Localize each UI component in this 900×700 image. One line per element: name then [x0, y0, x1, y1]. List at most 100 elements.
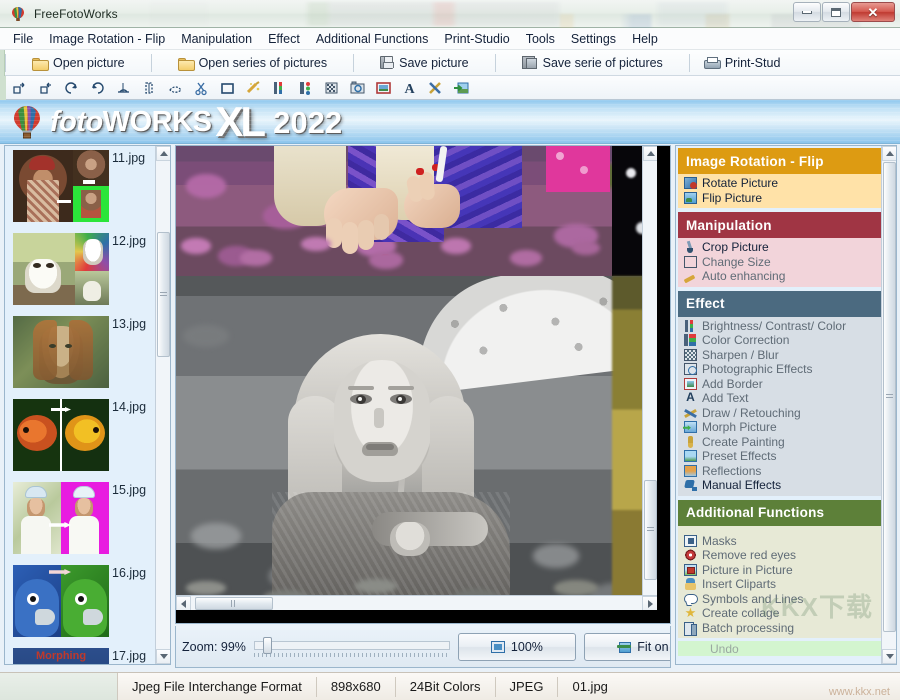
minimize-button[interactable]: [793, 2, 821, 22]
section-header-image-rotation-flip[interactable]: Image Rotation - Flip: [678, 148, 883, 174]
open-picture-button[interactable]: Open picture: [6, 51, 151, 75]
flip-horizontal-icon[interactable]: [112, 78, 134, 98]
crop-scissors-icon[interactable]: [190, 78, 212, 98]
thumbnail-scrollbar[interactable]: [155, 146, 170, 664]
rotate-right-icon[interactable]: [34, 78, 56, 98]
save-picture-button[interactable]: Save picture: [354, 51, 494, 75]
menu-image-rotation-flip[interactable]: Image Rotation - Flip: [41, 30, 173, 48]
scrollbar-thumb[interactable]: [195, 597, 273, 610]
panel-item-insert-cliparts[interactable]: Insert Cliparts: [678, 577, 883, 592]
panel-item-morph-picture[interactable]: Morph Picture: [678, 420, 883, 435]
panel-scrollbar[interactable]: [881, 146, 896, 664]
add-text-icon[interactable]: A: [398, 78, 420, 98]
panel-item-preset-effects[interactable]: Preset Effects: [678, 449, 883, 464]
list-item[interactable]: 12.jpg: [5, 229, 157, 312]
canvas-horizontal-scrollbar[interactable]: [176, 595, 657, 610]
panel-item-create-painting[interactable]: Create Painting: [678, 435, 883, 450]
panel-item-create-collage[interactable]: ★ Create collage: [678, 606, 883, 621]
color-correction-icon[interactable]: [294, 78, 316, 98]
panel-item-remove-red-eyes[interactable]: Remove red eyes: [678, 548, 883, 563]
maximize-button[interactable]: [822, 2, 850, 22]
menu-tools[interactable]: Tools: [518, 30, 563, 48]
panel-item-photographic-effects[interactable]: Photographic Effects: [678, 362, 883, 377]
panel-item-reflections[interactable]: Reflections: [678, 464, 883, 479]
zoom-100-button[interactable]: 100%: [458, 633, 576, 661]
list-item[interactable]: 14.jpg: [5, 395, 157, 478]
thumbnail-image[interactable]: [13, 565, 109, 637]
section-header-effect[interactable]: Effect: [678, 291, 883, 317]
draw-retouching-icon[interactable]: [424, 78, 446, 98]
list-item[interactable]: Morphing 17.jpg: [5, 644, 157, 665]
panel-item-auto-enhancing[interactable]: Auto enhancing: [678, 269, 883, 284]
manual-effects-icon: [684, 479, 697, 491]
section-header-manipulation[interactable]: Manipulation: [678, 212, 883, 238]
panel-item-crop-picture[interactable]: Crop Picture: [678, 240, 883, 255]
panel-item-symbols-and-lines[interactable]: Symbols and Lines: [678, 592, 883, 607]
scroll-left-button[interactable]: [176, 596, 191, 610]
undo-button[interactable]: Undo: [678, 641, 883, 656]
list-item[interactable]: 11.jpg: [5, 146, 157, 229]
image-canvas[interactable]: [176, 146, 657, 610]
canvas-vertical-scrollbar[interactable]: [642, 146, 657, 610]
scroll-up-button[interactable]: [643, 146, 657, 161]
panel-item-manual-effects[interactable]: Manual Effects: [678, 478, 883, 493]
scrollbar-thumb[interactable]: [644, 480, 657, 580]
thumbnail-image[interactable]: [13, 150, 109, 222]
panel-item-add-border[interactable]: Add Border: [678, 377, 883, 392]
menu-settings[interactable]: Settings: [563, 30, 624, 48]
panel-item-add-text[interactable]: A Add Text: [678, 391, 883, 406]
perspective-icon[interactable]: [164, 78, 186, 98]
menu-help[interactable]: Help: [624, 30, 666, 48]
thumbnail-image[interactable]: [13, 399, 109, 471]
photographic-effects-icon[interactable]: [346, 78, 368, 98]
thumbnail-image[interactable]: Morphing: [13, 648, 109, 665]
section-header-additional-functions[interactable]: Additional Functions: [678, 500, 883, 526]
panel-item-brightness-contrast-color[interactable]: Brightness/ Contrast/ Color: [678, 319, 883, 334]
zoom-fit-button[interactable]: Fit on: [584, 633, 671, 661]
zoom-slider-thumb[interactable]: [263, 637, 272, 654]
thumbnail-image[interactable]: [13, 316, 109, 388]
panel-item-flip-picture[interactable]: Flip Picture: [678, 191, 883, 206]
scroll-down-button[interactable]: [156, 649, 171, 664]
panel-item-sharpen-blur[interactable]: Sharpen / Blur: [678, 348, 883, 363]
morph-picture-icon[interactable]: [450, 78, 472, 98]
panel-item-color-correction[interactable]: Color Correction: [678, 333, 883, 348]
scroll-up-button[interactable]: [882, 146, 897, 161]
rotate-clockwise-icon[interactable]: [60, 78, 82, 98]
panel-item-change-size[interactable]: Change Size: [678, 255, 883, 270]
open-series-button[interactable]: Open series of pictures: [152, 51, 354, 75]
sharpen-blur-icon[interactable]: [320, 78, 342, 98]
scroll-down-button[interactable]: [882, 649, 897, 664]
list-item[interactable]: 16.jpg: [5, 561, 157, 644]
panel-item-picture-in-picture[interactable]: Picture in Picture: [678, 563, 883, 578]
scroll-up-button[interactable]: [156, 146, 171, 161]
save-series-button[interactable]: Save serie of pictures: [496, 51, 689, 75]
scroll-right-button[interactable]: [642, 596, 657, 610]
brightness-contrast-icon[interactable]: [268, 78, 290, 98]
list-item[interactable]: 15.jpg: [5, 478, 157, 561]
rotate-left-icon[interactable]: [8, 78, 30, 98]
menu-file[interactable]: File: [9, 30, 41, 48]
zoom-slider[interactable]: [254, 636, 450, 658]
panel-item-draw-retouching[interactable]: Draw / Retouching: [678, 406, 883, 421]
rotate-counterclockwise-icon[interactable]: [86, 78, 108, 98]
panel-item-rotate-picture[interactable]: Rotate Picture: [678, 176, 883, 191]
panel-item-masks[interactable]: Masks: [678, 534, 883, 549]
menu-manipulation[interactable]: Manipulation: [173, 30, 260, 48]
print-studio-button[interactable]: Print-Stud: [690, 51, 795, 75]
menu-additional-functions[interactable]: Additional Functions: [308, 30, 437, 48]
auto-enhance-icon[interactable]: [242, 78, 264, 98]
thumbnail-image[interactable]: [13, 233, 109, 305]
flip-vertical-icon[interactable]: [138, 78, 160, 98]
thumbnail-image[interactable]: [13, 482, 109, 554]
scrollbar-thumb[interactable]: [883, 162, 896, 632]
grip-icon: [231, 600, 237, 607]
panel-item-batch-processing[interactable]: Batch processing: [678, 621, 883, 636]
close-button[interactable]: ✕: [851, 2, 895, 22]
add-border-icon[interactable]: [372, 78, 394, 98]
scrollbar-thumb[interactable]: [157, 232, 170, 357]
change-size-icon[interactable]: [216, 78, 238, 98]
menu-effect[interactable]: Effect: [260, 30, 308, 48]
list-item[interactable]: 13.jpg: [5, 312, 157, 395]
menu-print-studio[interactable]: Print-Studio: [436, 30, 517, 48]
